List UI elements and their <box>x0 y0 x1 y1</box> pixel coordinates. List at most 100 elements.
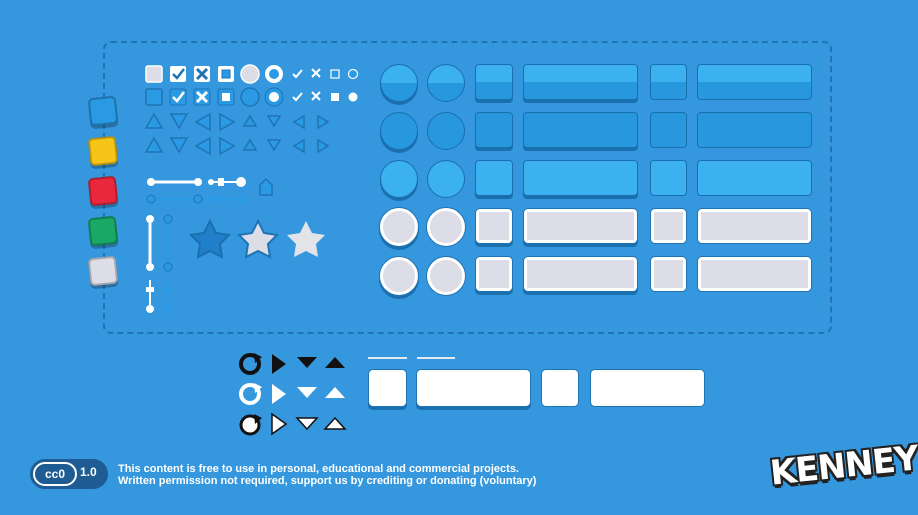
arrow-right-small-icon <box>317 138 330 154</box>
star-blue-icon <box>188 218 232 259</box>
wide-button-grey-flat[interactable] <box>698 209 811 243</box>
radio-empty-icon[interactable] <box>240 64 260 84</box>
wide-button-grey[interactable] <box>524 257 637 291</box>
square-small-icon <box>331 93 339 101</box>
small-vertical-slider[interactable] <box>146 280 172 313</box>
arrow-down-icon <box>169 137 189 154</box>
slider-handle-icon[interactable] <box>259 177 273 196</box>
wide-button-mid[interactable] <box>523 112 638 148</box>
refresh-icon[interactable] <box>239 353 262 375</box>
license-line-2: Written permission not required, support… <box>118 475 537 487</box>
wide-button-grey-flat[interactable] <box>698 257 811 291</box>
square-button-mid[interactable] <box>475 112 513 148</box>
square-small-icon <box>330 69 340 79</box>
wide-button-grey[interactable] <box>524 209 637 243</box>
blue-swatch[interactable] <box>87 95 119 127</box>
square-button-grey-flat[interactable] <box>651 257 686 291</box>
triangle-up-icon[interactable] <box>325 387 345 398</box>
yellow-swatch[interactable] <box>87 135 119 167</box>
wide-button-split-flat[interactable] <box>697 64 812 100</box>
input-square-flat[interactable] <box>542 370 578 406</box>
cross-small-icon <box>311 91 321 101</box>
kenney-logo: KENNEY <box>768 438 918 494</box>
triangle-up-icon[interactable] <box>325 357 345 368</box>
refresh-icon[interactable] <box>239 414 262 436</box>
square-button-split[interactable] <box>475 64 513 100</box>
checkbox-square-icon[interactable] <box>218 66 234 82</box>
round-button-split-flat[interactable] <box>427 64 465 102</box>
play-icon[interactable] <box>271 412 288 436</box>
triangle-down-icon[interactable] <box>297 387 317 398</box>
checkbox-radio-icon-sheet <box>144 64 359 313</box>
checkbox-cross-icon[interactable] <box>193 88 211 106</box>
underline-short <box>368 357 407 359</box>
refresh-icon[interactable] <box>239 383 262 405</box>
wide-button-light[interactable] <box>523 160 638 196</box>
square-button-light-flat[interactable] <box>650 160 687 196</box>
radio-filled-icon[interactable] <box>265 65 283 83</box>
circle-small-icon <box>348 92 358 102</box>
square-button-grey[interactable] <box>476 209 512 243</box>
arrow-up-icon <box>144 112 164 129</box>
round-button-grey[interactable] <box>380 208 418 246</box>
round-button-light-flat[interactable] <box>427 160 465 198</box>
round-button-grey-flat[interactable] <box>427 257 465 295</box>
horizontal-slider[interactable] <box>146 178 203 204</box>
cross-small-icon <box>311 68 321 78</box>
checkbox-empty-icon[interactable] <box>145 88 163 106</box>
arrow-right-icon <box>219 136 236 156</box>
input-wide-flat[interactable] <box>591 370 704 406</box>
checkbox-cross-icon[interactable] <box>194 66 210 82</box>
wide-button-mid-flat[interactable] <box>697 112 812 148</box>
wide-button-light-flat[interactable] <box>697 160 812 196</box>
wide-button-split[interactable] <box>523 64 638 100</box>
checkbox-checked-icon[interactable] <box>170 66 186 82</box>
green-swatch[interactable] <box>87 215 119 247</box>
triangle-down-icon[interactable] <box>297 357 317 368</box>
round-button-mid-flat[interactable] <box>427 112 465 150</box>
checkbox-square-icon[interactable] <box>217 88 235 106</box>
radio-filled-icon[interactable] <box>264 87 284 107</box>
square-button-grey[interactable] <box>476 257 512 291</box>
play-icon[interactable] <box>272 354 286 374</box>
round-button-split[interactable] <box>380 64 418 102</box>
input-square[interactable] <box>369 370 406 406</box>
red-swatch[interactable] <box>87 175 119 207</box>
checkbox-checked-icon[interactable] <box>169 88 187 106</box>
star-grey-light-icon <box>287 221 325 257</box>
star-grey-icon <box>236 218 280 259</box>
arrow-up-small-icon <box>242 138 258 151</box>
arrow-down-small-icon <box>266 115 282 128</box>
check-small-icon <box>292 69 303 79</box>
arrow-up-icon <box>144 136 164 153</box>
arrow-right-icon <box>219 112 236 132</box>
input-wide[interactable] <box>417 370 530 406</box>
radio-empty-icon[interactable] <box>240 87 260 107</box>
arrow-down-small-icon <box>266 139 282 152</box>
round-button-mid[interactable] <box>380 112 418 150</box>
square-button-light[interactable] <box>475 160 513 196</box>
square-button-mid-flat[interactable] <box>650 112 687 148</box>
arrow-left-icon <box>194 112 211 132</box>
square-button-grey-flat[interactable] <box>651 209 686 243</box>
square-button-split-flat[interactable] <box>650 64 687 100</box>
arrow-down-icon <box>169 113 189 130</box>
play-icon[interactable] <box>272 384 286 404</box>
round-button-light[interactable] <box>380 160 418 198</box>
round-button-grey-flat[interactable] <box>427 208 465 246</box>
grey-swatch[interactable] <box>87 255 119 287</box>
checkbox-empty-icon[interactable] <box>145 65 163 83</box>
small-horizontal-slider[interactable] <box>208 177 246 204</box>
arrow-left-small-icon <box>292 114 305 130</box>
triangle-up-icon[interactable] <box>323 416 347 430</box>
arrow-left-icon <box>194 136 211 156</box>
vertical-slider[interactable] <box>146 214 173 272</box>
checkbox-row-light <box>145 64 359 84</box>
arrow-left-small-icon <box>292 138 305 154</box>
arrow-rows <box>144 112 330 156</box>
triangle-down-icon[interactable] <box>295 417 319 431</box>
underline-short <box>417 357 455 359</box>
bottom-icon-sheet <box>239 353 347 436</box>
circle-small-icon <box>347 68 359 80</box>
round-button-grey[interactable] <box>380 257 418 295</box>
